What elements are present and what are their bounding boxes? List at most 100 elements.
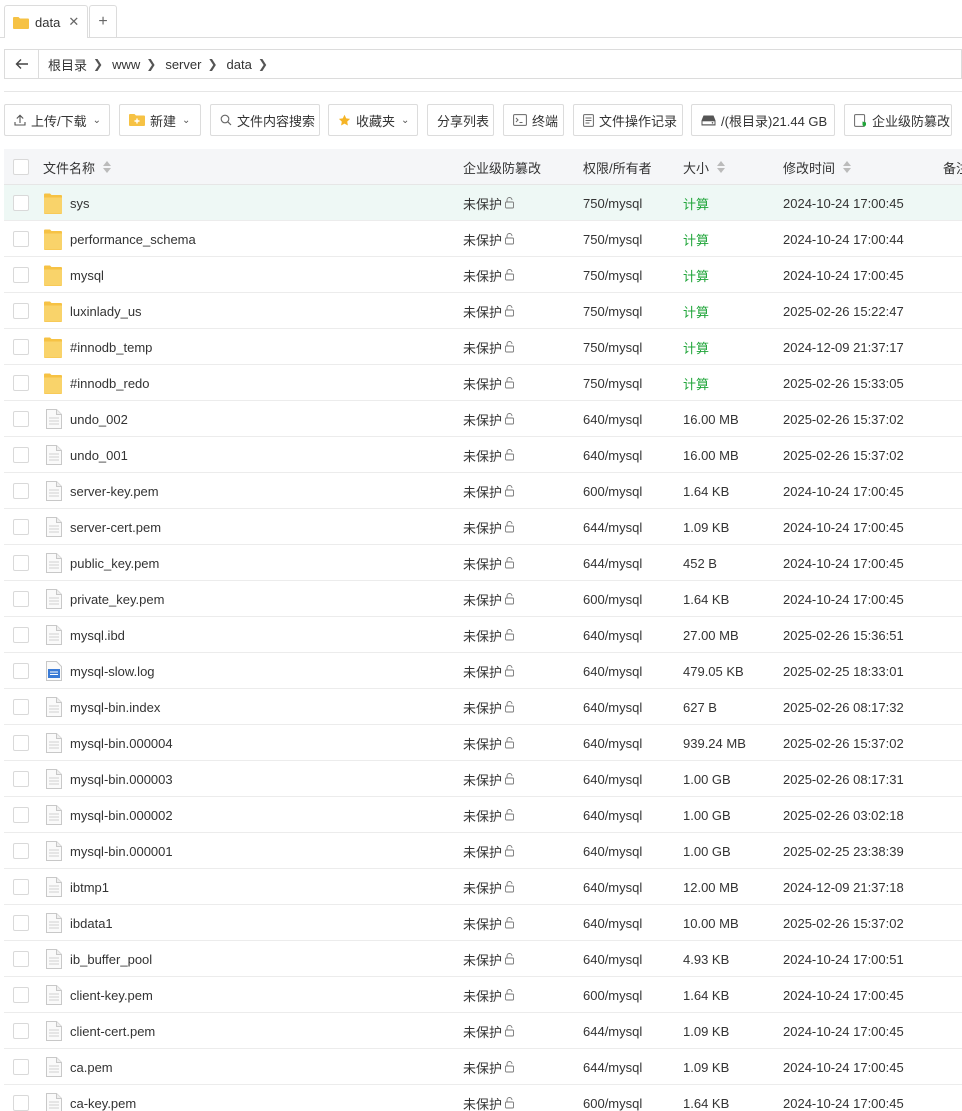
file-name-cell[interactable]: mysql-slow.log (44, 653, 155, 689)
column-name-header[interactable]: 文件名称 (43, 149, 112, 185)
file-name-cell[interactable]: ib_buffer_pool (44, 941, 152, 977)
tab-data[interactable]: data ✕ (4, 5, 88, 38)
permission-cell[interactable]: 644/mysql (583, 1049, 642, 1085)
permission-cell[interactable]: 640/mysql (583, 905, 642, 941)
protection-cell[interactable]: 未保护 (463, 977, 516, 1013)
file-name[interactable]: ca-key.pem (70, 1096, 136, 1111)
size-value[interactable]: 计算 (683, 374, 709, 393)
row-checkbox[interactable] (13, 879, 29, 895)
file-name[interactable]: ib_buffer_pool (70, 952, 152, 967)
protection-cell[interactable]: 未保护 (463, 617, 516, 653)
protection-cell[interactable]: 未保护 (463, 293, 516, 329)
row-checkbox[interactable] (13, 627, 29, 643)
permission-value[interactable]: 640/mysql (583, 628, 642, 643)
file-name-cell[interactable]: undo_002 (44, 401, 128, 437)
row-checkbox[interactable] (13, 807, 29, 823)
row-checkbox[interactable] (13, 591, 29, 607)
lock-icon[interactable] (504, 1061, 516, 1073)
permission-cell[interactable]: 600/mysql (583, 473, 642, 509)
permission-value[interactable]: 640/mysql (583, 808, 642, 823)
protection-cell[interactable]: 未保护 (463, 1085, 516, 1111)
file-name[interactable]: undo_002 (70, 412, 128, 427)
size-cell[interactable]: 计算 (683, 329, 709, 365)
protection-cell[interactable]: 未保护 (463, 869, 516, 905)
permission-value[interactable]: 644/mysql (583, 1060, 642, 1075)
file-name[interactable]: #innodb_temp (70, 340, 152, 355)
file-name-cell[interactable]: #innodb_redo (44, 365, 150, 401)
file-name[interactable]: undo_001 (70, 448, 128, 463)
row-checkbox[interactable] (13, 231, 29, 247)
lock-icon[interactable] (504, 557, 516, 569)
back-button[interactable] (5, 50, 39, 78)
size-value[interactable]: 计算 (683, 338, 709, 357)
table-row[interactable]: mysql.ibd 未保护 640/mysql 27.00 MB 2025-02-26 … (4, 617, 962, 653)
table-row[interactable]: public_key.pem 未保护 644/mysql 452 B 2024-10-2… (4, 545, 962, 581)
table-row[interactable]: mysql-bin.000001 未保护 640/mysql 1.00 GB 2025-… (4, 833, 962, 869)
file-name[interactable]: mysql-bin.000001 (70, 844, 173, 859)
permission-value[interactable]: 640/mysql (583, 880, 642, 895)
protection-cell[interactable]: 未保护 (463, 1013, 516, 1049)
lock-icon[interactable] (504, 341, 516, 353)
close-icon[interactable]: ✕ (68, 14, 79, 30)
table-row[interactable]: ca-key.pem 未保护 600/mysql 1.64 KB 2024-10-24 … (4, 1085, 962, 1111)
file-name-cell[interactable]: ibtmp1 (44, 869, 109, 905)
file-name-cell[interactable]: sys (44, 185, 90, 221)
permission-cell[interactable]: 640/mysql (583, 833, 642, 869)
permission-cell[interactable]: 750/mysql (583, 329, 642, 365)
protection-cell[interactable]: 未保护 (463, 905, 516, 941)
table-row[interactable]: performance_schema 未保护 750/mysql 计算 2024-10-… (4, 221, 962, 257)
row-checkbox[interactable] (13, 699, 29, 715)
lock-icon[interactable] (504, 449, 516, 461)
table-row[interactable]: mysql-bin.index 未保护 640/mysql 627 B 2025-02-… (4, 689, 962, 725)
protection-cell[interactable]: 未保护 (463, 761, 516, 797)
file-name[interactable]: sys (70, 196, 90, 211)
row-checkbox[interactable] (13, 915, 29, 931)
permission-value[interactable]: 600/mysql (583, 484, 642, 499)
file-name-cell[interactable]: mysql.ibd (44, 617, 125, 653)
lock-icon[interactable] (504, 773, 516, 785)
row-checkbox[interactable] (13, 1059, 29, 1075)
protection-cell[interactable]: 未保护 (463, 833, 516, 869)
permission-cell[interactable]: 640/mysql (583, 761, 642, 797)
protection-cell[interactable]: 未保护 (463, 221, 516, 257)
permission-cell[interactable]: 750/mysql (583, 293, 642, 329)
permission-value[interactable]: 644/mysql (583, 556, 642, 571)
permission-value[interactable]: 640/mysql (583, 448, 642, 463)
row-checkbox[interactable] (13, 447, 29, 463)
file-name-cell[interactable]: server-key.pem (44, 473, 159, 509)
table-row[interactable]: server-cert.pem 未保护 644/mysql 1.09 KB 2024-1… (4, 509, 962, 545)
file-name[interactable]: public_key.pem (70, 556, 159, 571)
select-all-checkbox[interactable] (13, 159, 29, 175)
row-checkbox[interactable] (13, 519, 29, 535)
lock-icon[interactable] (504, 737, 516, 749)
row-checkbox[interactable] (13, 771, 29, 787)
file-name[interactable]: mysql-slow.log (70, 664, 155, 679)
row-checkbox[interactable] (13, 987, 29, 1003)
table-row[interactable]: #innodb_temp 未保护 750/mysql 计算 2024-12-09 21:… (4, 329, 962, 365)
size-cell[interactable]: 计算 (683, 365, 709, 401)
file-name-cell[interactable]: mysql-bin.000003 (44, 761, 173, 797)
table-row[interactable]: luxinlady_us 未保护 750/mysql 计算 2025-02-26 15:… (4, 293, 962, 329)
file-name[interactable]: mysql-bin.index (70, 700, 160, 715)
file-name-cell[interactable]: mysql-bin.000004 (44, 725, 173, 761)
lock-icon[interactable] (504, 233, 516, 245)
breadcrumb-item-root[interactable]: 根目录 ❯ (39, 55, 103, 74)
file-name[interactable]: mysql.ibd (70, 628, 125, 643)
lock-icon[interactable] (504, 1025, 516, 1037)
permission-cell[interactable]: 644/mysql (583, 509, 642, 545)
permission-cell[interactable]: 750/mysql (583, 257, 642, 293)
permission-value[interactable]: 750/mysql (583, 304, 642, 319)
size-value[interactable]: 计算 (683, 302, 709, 321)
permission-cell[interactable]: 640/mysql (583, 689, 642, 725)
permission-cell[interactable]: 640/mysql (583, 725, 642, 761)
permission-cell[interactable]: 640/mysql (583, 617, 642, 653)
share-list-button[interactable]: 分享列表 (427, 104, 494, 136)
size-cell[interactable]: 计算 (683, 185, 709, 221)
table-row[interactable]: private_key.pem 未保护 600/mysql 1.64 KB 2024-1… (4, 581, 962, 617)
row-checkbox[interactable] (13, 375, 29, 391)
permission-value[interactable]: 600/mysql (583, 592, 642, 607)
table-row[interactable]: client-key.pem 未保护 600/mysql 1.64 KB 2024-10… (4, 977, 962, 1013)
table-row[interactable]: ca.pem 未保护 644/mysql 1.09 KB 2024-10-24 17:0… (4, 1049, 962, 1085)
permission-value[interactable]: 640/mysql (583, 952, 642, 967)
row-checkbox[interactable] (13, 735, 29, 751)
